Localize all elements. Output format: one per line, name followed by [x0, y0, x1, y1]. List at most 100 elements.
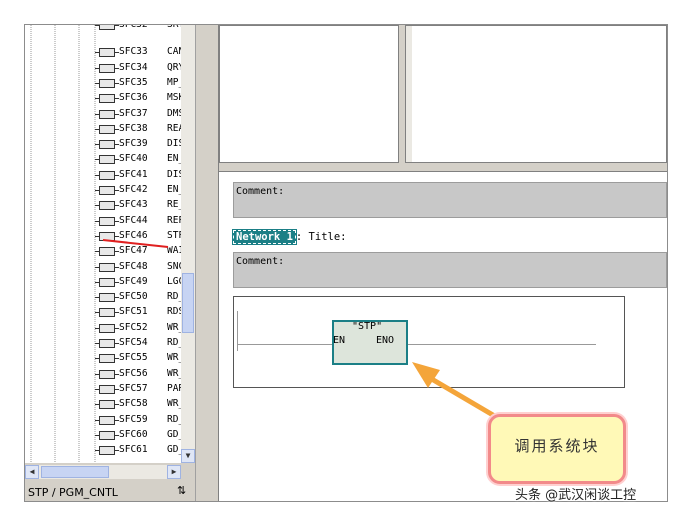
scroll-down-arrow-icon[interactable]: ▼: [181, 449, 195, 463]
tree-item-sfc55[interactable]: SFC55 WR_: [93, 350, 193, 365]
function-block-icon: [95, 247, 119, 257]
tree-item-sfc41[interactable]: SFC41 DIS: [93, 167, 193, 182]
function-block-icon: [95, 400, 119, 410]
tree-item-name: SFC41: [119, 168, 148, 180]
tree-item-sfc48[interactable]: SFC48 SNC: [93, 259, 193, 274]
tree-vertical-scroll-thumb[interactable]: [182, 273, 194, 333]
function-block-icon: [95, 25, 119, 30]
function-block-icon: [95, 262, 119, 272]
tree-item-name: SFC58: [119, 398, 148, 410]
tree-item-sfc34[interactable]: SFC34 QRY: [93, 60, 193, 75]
tree-item-sfc61[interactable]: SFC61 GD_: [93, 442, 193, 457]
network-header: Network 1: Title:: [232, 229, 347, 245]
tree-item-sfc38[interactable]: SFC38 REA: [93, 121, 193, 136]
tree-item-sfc49[interactable]: SFC49 LGC: [93, 274, 193, 289]
pane-splitter[interactable]: [195, 25, 219, 501]
function-block-icon: [95, 384, 119, 394]
tree-item-sfc35[interactable]: SFC35 MP_: [93, 75, 193, 90]
tree-item-name: SFC43: [119, 199, 148, 211]
tree-item-name: SFC39: [119, 138, 148, 150]
tree-horizontal-scrollbar[interactable]: ◀ ▶: [25, 465, 181, 479]
ladder-network[interactable]: "STP" EN ENO: [233, 296, 625, 388]
tree-item-name: SFC51: [119, 306, 148, 318]
annotation-text: 调用系统块: [514, 437, 600, 455]
tree-item-name: SFC37: [119, 107, 148, 119]
eno-pin: ENO: [376, 335, 395, 346]
network-title[interactable]: : Title:: [296, 231, 347, 243]
comment-label: Comment:: [236, 186, 285, 197]
tree-item-sfc51[interactable]: SFC51 RDS: [93, 304, 193, 319]
function-block-icon: [95, 140, 119, 150]
tree-item-sfc54[interactable]: SFC54 RD_: [93, 335, 193, 350]
tree-item-sfc56[interactable]: SFC56 WR_: [93, 366, 193, 381]
function-block-icon: [95, 446, 119, 456]
interface-detail-panel: [405, 25, 667, 163]
watermark-text: 头条 @武汉闲谈工控: [515, 488, 637, 503]
tree-item-sfc39[interactable]: SFC39 DIS: [93, 136, 193, 151]
block-title: "STP": [352, 321, 383, 332]
scroll-right-arrow-icon[interactable]: ▶: [167, 465, 181, 479]
function-block-icon: [95, 277, 119, 287]
interface-tree-panel: [219, 25, 399, 163]
input-wire: [237, 344, 333, 345]
function-block-icon: [95, 308, 119, 318]
function-block-icon: [95, 201, 119, 211]
tree-item-name: SFC60: [119, 428, 148, 440]
tree-item-name: SFC54: [119, 337, 148, 348]
sort-icon[interactable]: ⇅: [177, 481, 186, 501]
tree-item-name: SFC48: [119, 260, 148, 272]
comment-label: Comment:: [236, 256, 285, 267]
tree-item-sfc58[interactable]: SFC58 WR_: [93, 396, 193, 411]
function-block-icon: [95, 430, 119, 440]
tree-item-name: SFC59: [119, 413, 148, 425]
tree-item-sfc42[interactable]: SFC42 EN_: [93, 182, 193, 197]
tree-item-sfc60[interactable]: SFC60 GD_: [93, 427, 193, 442]
function-block-icon: [95, 369, 119, 379]
function-block-icon: [95, 155, 119, 165]
function-block-icon: [95, 186, 119, 195]
function-block-icon: [95, 124, 119, 134]
tree-item-name: SFC42: [119, 184, 148, 195]
tree-item-name: SFC34: [119, 61, 148, 73]
tree-item-name: SFC33: [119, 46, 148, 58]
tree-item-name: SFC47: [119, 245, 148, 257]
tree-item-sfc46[interactable]: SFC46 STP: [93, 228, 193, 243]
tree-item-name: SFC38: [119, 122, 148, 134]
function-block-icon: [95, 78, 119, 88]
tree-item-name: SFC55: [119, 352, 148, 364]
function-block-icon: [95, 109, 119, 119]
tree-vertical-scrollbar[interactable]: ▼: [181, 25, 195, 463]
function-block-icon: [95, 48, 119, 58]
tree-item-name: SFC40: [119, 153, 148, 165]
tree-item-sfc33[interactable]: SFC33 CAN: [93, 44, 193, 59]
watermark: 头条 @武汉闲谈工控: [515, 484, 636, 503]
function-block-icon: [95, 63, 119, 73]
tree-item-name: SFC32: [119, 25, 148, 32]
tree-item-sfc44[interactable]: SFC44 REP: [93, 213, 193, 228]
tree-item-sfc40[interactable]: SFC40 EN_: [93, 151, 193, 166]
tree-item-sfc37[interactable]: SFC37 DMS: [93, 106, 193, 121]
status-bar: STP / PGM_CNTL ⇅: [25, 481, 195, 501]
block-tree: SFC32SRT SFC33CANSFC34QRYSFC35MP_SFC36MSK…: [25, 25, 195, 463]
scroll-left-arrow-icon[interactable]: ◀: [25, 465, 39, 479]
tree-item-sfc36[interactable]: SFC36 MSK: [93, 90, 193, 105]
tree-item-sfc57[interactable]: SFC57 PAR: [93, 381, 193, 396]
tree-item-name: SFC56: [119, 367, 148, 379]
block-comment-field[interactable]: Comment:: [233, 182, 667, 218]
tree-item-sfc52[interactable]: SFC52 WR_: [93, 320, 193, 335]
tree-item-sfc50[interactable]: SFC50 RD_: [93, 289, 193, 304]
tree-item-name: SFC52: [119, 321, 148, 333]
network-label[interactable]: Network 1: [232, 229, 297, 245]
tree-item-name: SFC44: [119, 214, 148, 226]
tree-item-sfc47[interactable]: SFC47 WAI: [93, 243, 193, 258]
tree-item-name: SFC46: [119, 229, 148, 241]
tree-horizontal-scroll-thumb[interactable]: [41, 466, 109, 478]
function-block-icon: [95, 415, 119, 425]
tree-item-sfc59[interactable]: SFC59 RD_: [93, 412, 193, 427]
tree-item-name: SFC61: [119, 444, 148, 456]
tree-item-name: SFC57: [119, 382, 148, 394]
network-comment-field[interactable]: Comment:: [233, 252, 667, 288]
stp-function-block[interactable]: "STP" EN ENO: [332, 320, 408, 365]
tree-item-sfc32[interactable]: SFC32SRT: [93, 25, 193, 32]
tree-item-sfc43[interactable]: SFC43 RE_: [93, 197, 193, 212]
